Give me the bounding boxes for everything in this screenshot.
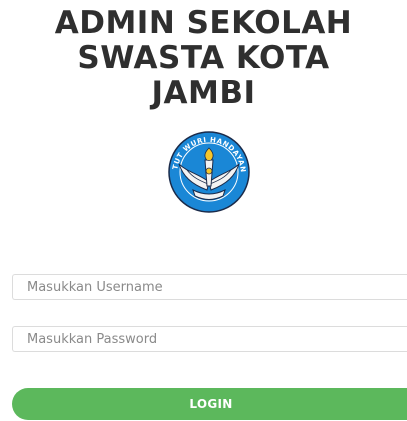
- page-title: ADMIN SEKOLAH SWASTA KOTA JAMBI: [0, 6, 407, 111]
- password-input[interactable]: [12, 326, 407, 352]
- title-line-2: SWASTA KOTA: [77, 40, 330, 76]
- title-line-3: JAMBI: [151, 75, 256, 111]
- tut-wuri-handayani-logo-icon: TUT WURI HANDAYANI: [159, 118, 257, 214]
- title-line-1: ADMIN SEKOLAH: [54, 5, 353, 41]
- username-input[interactable]: [12, 274, 407, 300]
- login-button[interactable]: LOGIN: [12, 388, 407, 420]
